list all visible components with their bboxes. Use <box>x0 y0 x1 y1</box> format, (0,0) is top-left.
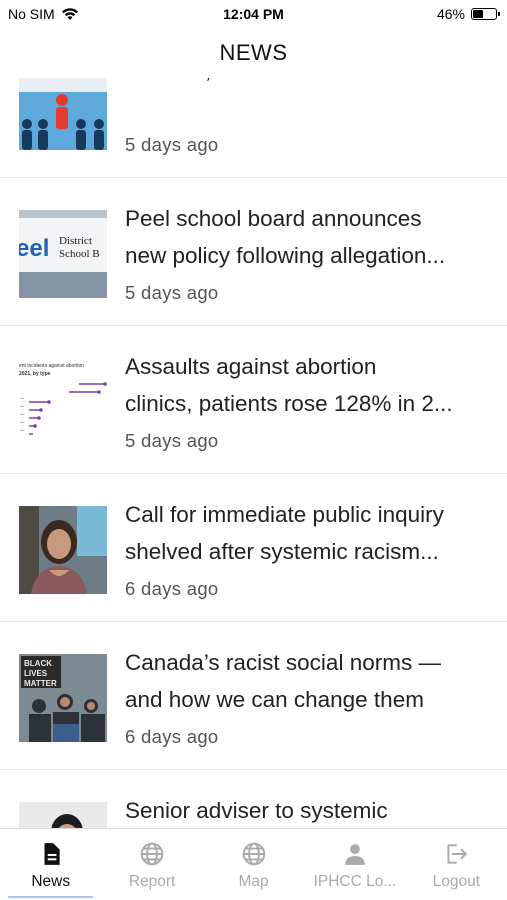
battery-icon <box>471 8 500 20</box>
news-item[interactable]: ent incidents against abortion 2021, by … <box>0 326 507 474</box>
news-feed[interactable]: RACIST, SEXIST 5 days ago eel District S… <box>0 78 507 828</box>
status-time: 12:04 PM <box>223 6 284 22</box>
news-thumbnail-people-icons <box>19 78 107 150</box>
svg-text:LIVES: LIVES <box>24 669 48 678</box>
svg-text:ent incidents against abortion: ent incidents against abortion <box>19 363 84 369</box>
tab-label: Logout <box>432 873 481 890</box>
peel-district-sign-image: eel District School B <box>19 210 107 298</box>
svg-text:2021, by type: 2021, by type <box>19 371 51 377</box>
tab-report[interactable]: Report <box>101 829 202 900</box>
news-thumbnail-man-portrait <box>19 802 107 828</box>
news-item[interactable]: eel District School B Peel school board … <box>0 178 507 326</box>
news-item[interactable]: BLACK LIVES MATTER Canada’s racist socia… <box>0 622 507 770</box>
svg-text:BLACK: BLACK <box>24 659 52 668</box>
news-title: Assaults against abortion clinics, patie… <box>125 348 495 422</box>
battery-percent: 46% <box>436 6 465 22</box>
document-icon <box>44 843 60 865</box>
tab-label: News <box>31 873 71 890</box>
news-title-line: shelved after systemic racism... <box>125 539 439 564</box>
chart-image: ent incidents against abortion 2021, by … <box>19 358 107 446</box>
tab-iphcc-login[interactable]: IPHCC Lo... <box>304 829 405 900</box>
news-title: Senior adviser to systemic <box>125 792 495 828</box>
news-thumbnail-peel-sign: eel District School B <box>19 210 107 298</box>
tab-map[interactable]: Map <box>203 829 304 900</box>
news-time: 5 days ago <box>125 282 219 303</box>
svg-text:District: District <box>59 235 92 247</box>
news-title-line: Senior adviser to systemic <box>125 798 388 823</box>
page-title: NEWS <box>219 40 288 65</box>
news-title-line: clinics, patients rose 128% in 2... <box>125 391 453 416</box>
news-title-line: Canada’s racist social norms — <box>125 650 441 675</box>
woman-portrait-image <box>19 506 107 594</box>
news-title: Canada’s racist social norms — and how w… <box>125 644 495 718</box>
news-title-line: Peel school board announces <box>125 206 422 231</box>
news-time: 5 days ago <box>125 134 219 155</box>
news-item[interactable]: RACIST, SEXIST 5 days ago <box>0 78 507 178</box>
news-thumbnail-chart: ent incidents against abortion 2021, by … <box>19 358 107 446</box>
news-title-line: Assaults against abortion <box>125 354 377 379</box>
news-title: Call for immediate public inquiry shelve… <box>125 496 495 570</box>
status-right: 46% <box>436 6 500 22</box>
news-title: Peel school board announces new policy f… <box>125 200 495 274</box>
globe-icon <box>242 842 265 866</box>
status-bar: No SIM 12:04 PM 46% <box>0 0 507 28</box>
tab-bar: News Report Map IPHCC Lo... Logout <box>0 828 507 900</box>
news-item[interactable]: Call for immediate public inquiry shelve… <box>0 474 507 622</box>
tab-label: Report <box>128 873 176 890</box>
tab-logout[interactable]: Logout <box>406 829 507 900</box>
news-time: 6 days ago <box>125 726 219 747</box>
protest-crowd-image: BLACK LIVES MATTER <box>19 654 107 742</box>
logout-icon <box>447 844 468 864</box>
tab-news[interactable]: News <box>0 829 101 900</box>
people-icons-image <box>19 78 107 150</box>
news-title-line: and how we can change them <box>125 687 424 712</box>
news-title-line: RACIST, SEXIST <box>125 78 495 89</box>
news-item[interactable]: Senior adviser to systemic <box>0 770 507 828</box>
tab-label: Map <box>238 873 269 890</box>
news-time: 5 days ago <box>125 430 219 451</box>
header: NEWS <box>0 28 507 78</box>
news-thumbnail-protest: BLACK LIVES MATTER <box>19 654 107 742</box>
man-portrait-image <box>19 802 107 828</box>
news-thumbnail-woman-portrait <box>19 506 107 594</box>
svg-text:MATTER: MATTER <box>24 679 57 688</box>
battery-fill <box>473 10 484 18</box>
person-icon <box>345 844 365 865</box>
svg-text:eel: eel <box>19 235 49 262</box>
globe-icon <box>140 842 164 866</box>
news-time: 6 days ago <box>125 578 219 599</box>
news-title-line: Call for immediate public inquiry <box>125 502 444 527</box>
tab-label: IPHCC Lo... <box>313 873 397 890</box>
news-title: RACIST, SEXIST <box>125 78 495 89</box>
news-title-line: new policy following allegation... <box>125 243 446 268</box>
svg-text:School B: School B <box>59 248 100 260</box>
